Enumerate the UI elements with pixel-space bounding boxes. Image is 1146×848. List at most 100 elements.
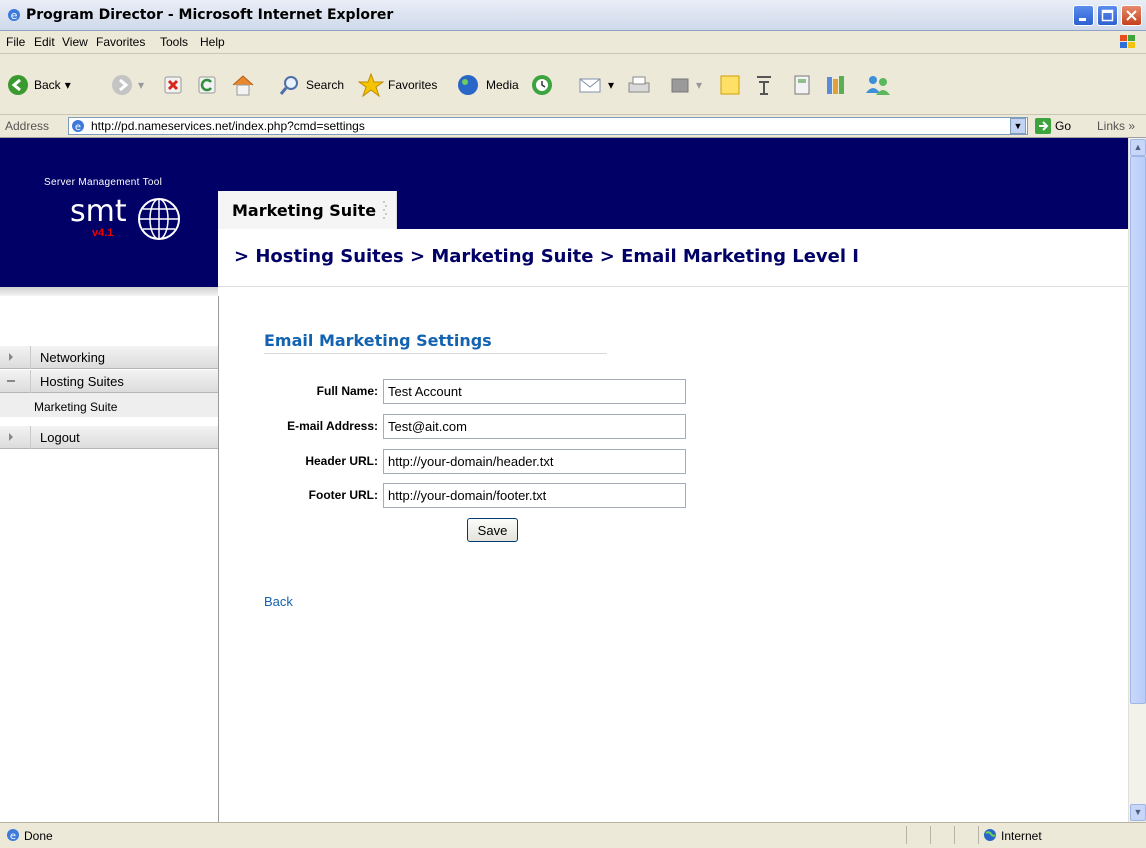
status-separator: [906, 826, 907, 844]
menu-file[interactable]: File: [6, 35, 25, 49]
scroll-up-icon[interactable]: ▲: [1130, 139, 1146, 156]
chevron-right-icon: [9, 433, 13, 441]
close-icon: [1126, 10, 1137, 21]
search-icon: [279, 76, 298, 95]
sidebar-item-hosting-suites[interactable]: Hosting Suites: [0, 369, 218, 393]
status-separator: [954, 826, 955, 844]
status-separator: [930, 826, 931, 844]
media-button[interactable]: Media: [456, 72, 519, 98]
close-button[interactable]: [1121, 5, 1142, 26]
forward-dropdown-icon[interactable]: ▾: [138, 78, 144, 92]
chevron-right-icon: [9, 353, 13, 361]
refresh-button[interactable]: [196, 72, 218, 98]
tab-marketing-suite[interactable]: Marketing Suite: [218, 191, 397, 229]
history-icon: [532, 75, 552, 95]
full-name-label: Full Name:: [316, 384, 378, 398]
svg-text:e: e: [11, 9, 18, 22]
ie-icon: e: [8, 9, 20, 22]
status-separator: [978, 826, 979, 844]
footer-url-row: Footer URL:: [218, 483, 718, 509]
media-label: Media: [486, 78, 519, 92]
address-url: http://pd.nameservices.net/index.php?cmd…: [91, 119, 365, 133]
email-row: E-mail Address:: [218, 414, 718, 440]
discuss-button[interactable]: [718, 72, 742, 98]
research-icon: [757, 76, 771, 95]
address-bar: Address e http://pd.nameservices.net/ind…: [0, 115, 1146, 138]
sidebar-item-logout[interactable]: Logout: [0, 425, 218, 449]
grip-icon: [383, 201, 387, 219]
history-button[interactable]: [530, 72, 554, 98]
edit-dropdown-icon[interactable]: ▾: [696, 78, 702, 92]
mail-dropdown-icon[interactable]: ▾: [608, 78, 614, 92]
messenger-button[interactable]: [790, 72, 814, 98]
title-bar: e Program Director - Microsoft Internet …: [0, 0, 1146, 31]
menu-favorites[interactable]: Favorites: [96, 35, 145, 49]
edit-button[interactable]: ▾: [668, 72, 702, 98]
page-done-icon: e: [7, 829, 19, 842]
email-label: E-mail Address:: [287, 419, 378, 433]
scroll-thumb[interactable]: [1130, 156, 1146, 704]
minimize-icon: [1079, 18, 1086, 21]
back-link[interactable]: Back: [264, 594, 293, 609]
search-label: Search: [306, 78, 345, 92]
favorites-button[interactable]: Favorites: [358, 72, 437, 98]
header-url-row: Header URL:: [218, 449, 718, 475]
save-button[interactable]: Save: [467, 518, 518, 542]
address-dropdown-icon[interactable]: ▼: [1010, 118, 1026, 134]
scroll-down-icon[interactable]: ▼: [1130, 804, 1146, 821]
forward-button[interactable]: ▾: [110, 72, 144, 98]
go-arrow-icon: [1035, 118, 1051, 134]
menu-view[interactable]: View: [62, 35, 88, 49]
back-label: Back: [34, 78, 61, 92]
research-button[interactable]: [752, 72, 776, 98]
full-name-field[interactable]: [383, 379, 686, 404]
media-icon: [458, 75, 478, 95]
calculator-icon: [794, 75, 810, 95]
users-button[interactable]: [864, 72, 892, 98]
search-button[interactable]: Search: [278, 72, 344, 98]
mail-button[interactable]: ▾: [578, 72, 614, 98]
back-dropdown-icon[interactable]: ▾: [65, 78, 71, 92]
minus-icon: [7, 380, 15, 382]
library-button[interactable]: [824, 72, 850, 98]
menu-edit[interactable]: Edit: [34, 35, 55, 49]
nav-separator: [30, 346, 31, 369]
home-button[interactable]: [230, 72, 256, 98]
brand-tagline: Server Management Tool: [44, 177, 163, 188]
printer-icon: [628, 76, 650, 93]
menu-tools[interactable]: Tools: [160, 35, 188, 49]
stop-button[interactable]: [162, 72, 184, 98]
sidebar: Networking Hosting Suites Marketing Suit…: [0, 296, 219, 822]
section-title: Email Marketing Settings: [264, 331, 492, 350]
toolbar: Back ▾ ▾ Search Favorites Media ▾ ▾: [0, 54, 1146, 115]
users-icon: [866, 76, 890, 95]
sidebar-stripe: [0, 287, 218, 296]
menu-help[interactable]: Help: [200, 35, 225, 49]
content-divider: [218, 286, 1128, 287]
back-button[interactable]: Back ▾: [6, 72, 71, 98]
refresh-icon: [198, 76, 216, 94]
full-name-row: Full Name:: [218, 379, 718, 405]
links-button[interactable]: Links »: [1097, 119, 1135, 133]
print-button[interactable]: [626, 72, 652, 98]
status-text: Done: [24, 829, 53, 843]
minimize-button[interactable]: [1073, 5, 1094, 26]
sidebar-item-marketing-suite[interactable]: Marketing Suite: [0, 393, 218, 417]
nav-separator: [30, 426, 31, 449]
sidebar-item-label: Logout: [40, 430, 80, 445]
header-url-label: Header URL:: [305, 454, 378, 468]
email-field[interactable]: [383, 414, 686, 439]
svg-text:e: e: [75, 122, 81, 133]
books-icon: [827, 76, 844, 94]
maximize-button[interactable]: [1097, 5, 1118, 26]
status-bar: e Done Internet: [0, 822, 1146, 848]
menu-bar: File Edit View Favorites Tools Help: [0, 31, 1146, 54]
go-label: Go: [1055, 119, 1072, 133]
sidebar-item-networking[interactable]: Networking: [0, 345, 218, 369]
header-url-field[interactable]: [383, 449, 686, 474]
address-input[interactable]: e http://pd.nameservices.net/index.php?c…: [68, 117, 1028, 135]
vertical-scrollbar[interactable]: ▲ ▼: [1128, 138, 1146, 822]
brand-version: v4.1: [92, 227, 114, 239]
go-button[interactable]: Go: [1035, 118, 1071, 134]
footer-url-field[interactable]: [383, 483, 686, 508]
